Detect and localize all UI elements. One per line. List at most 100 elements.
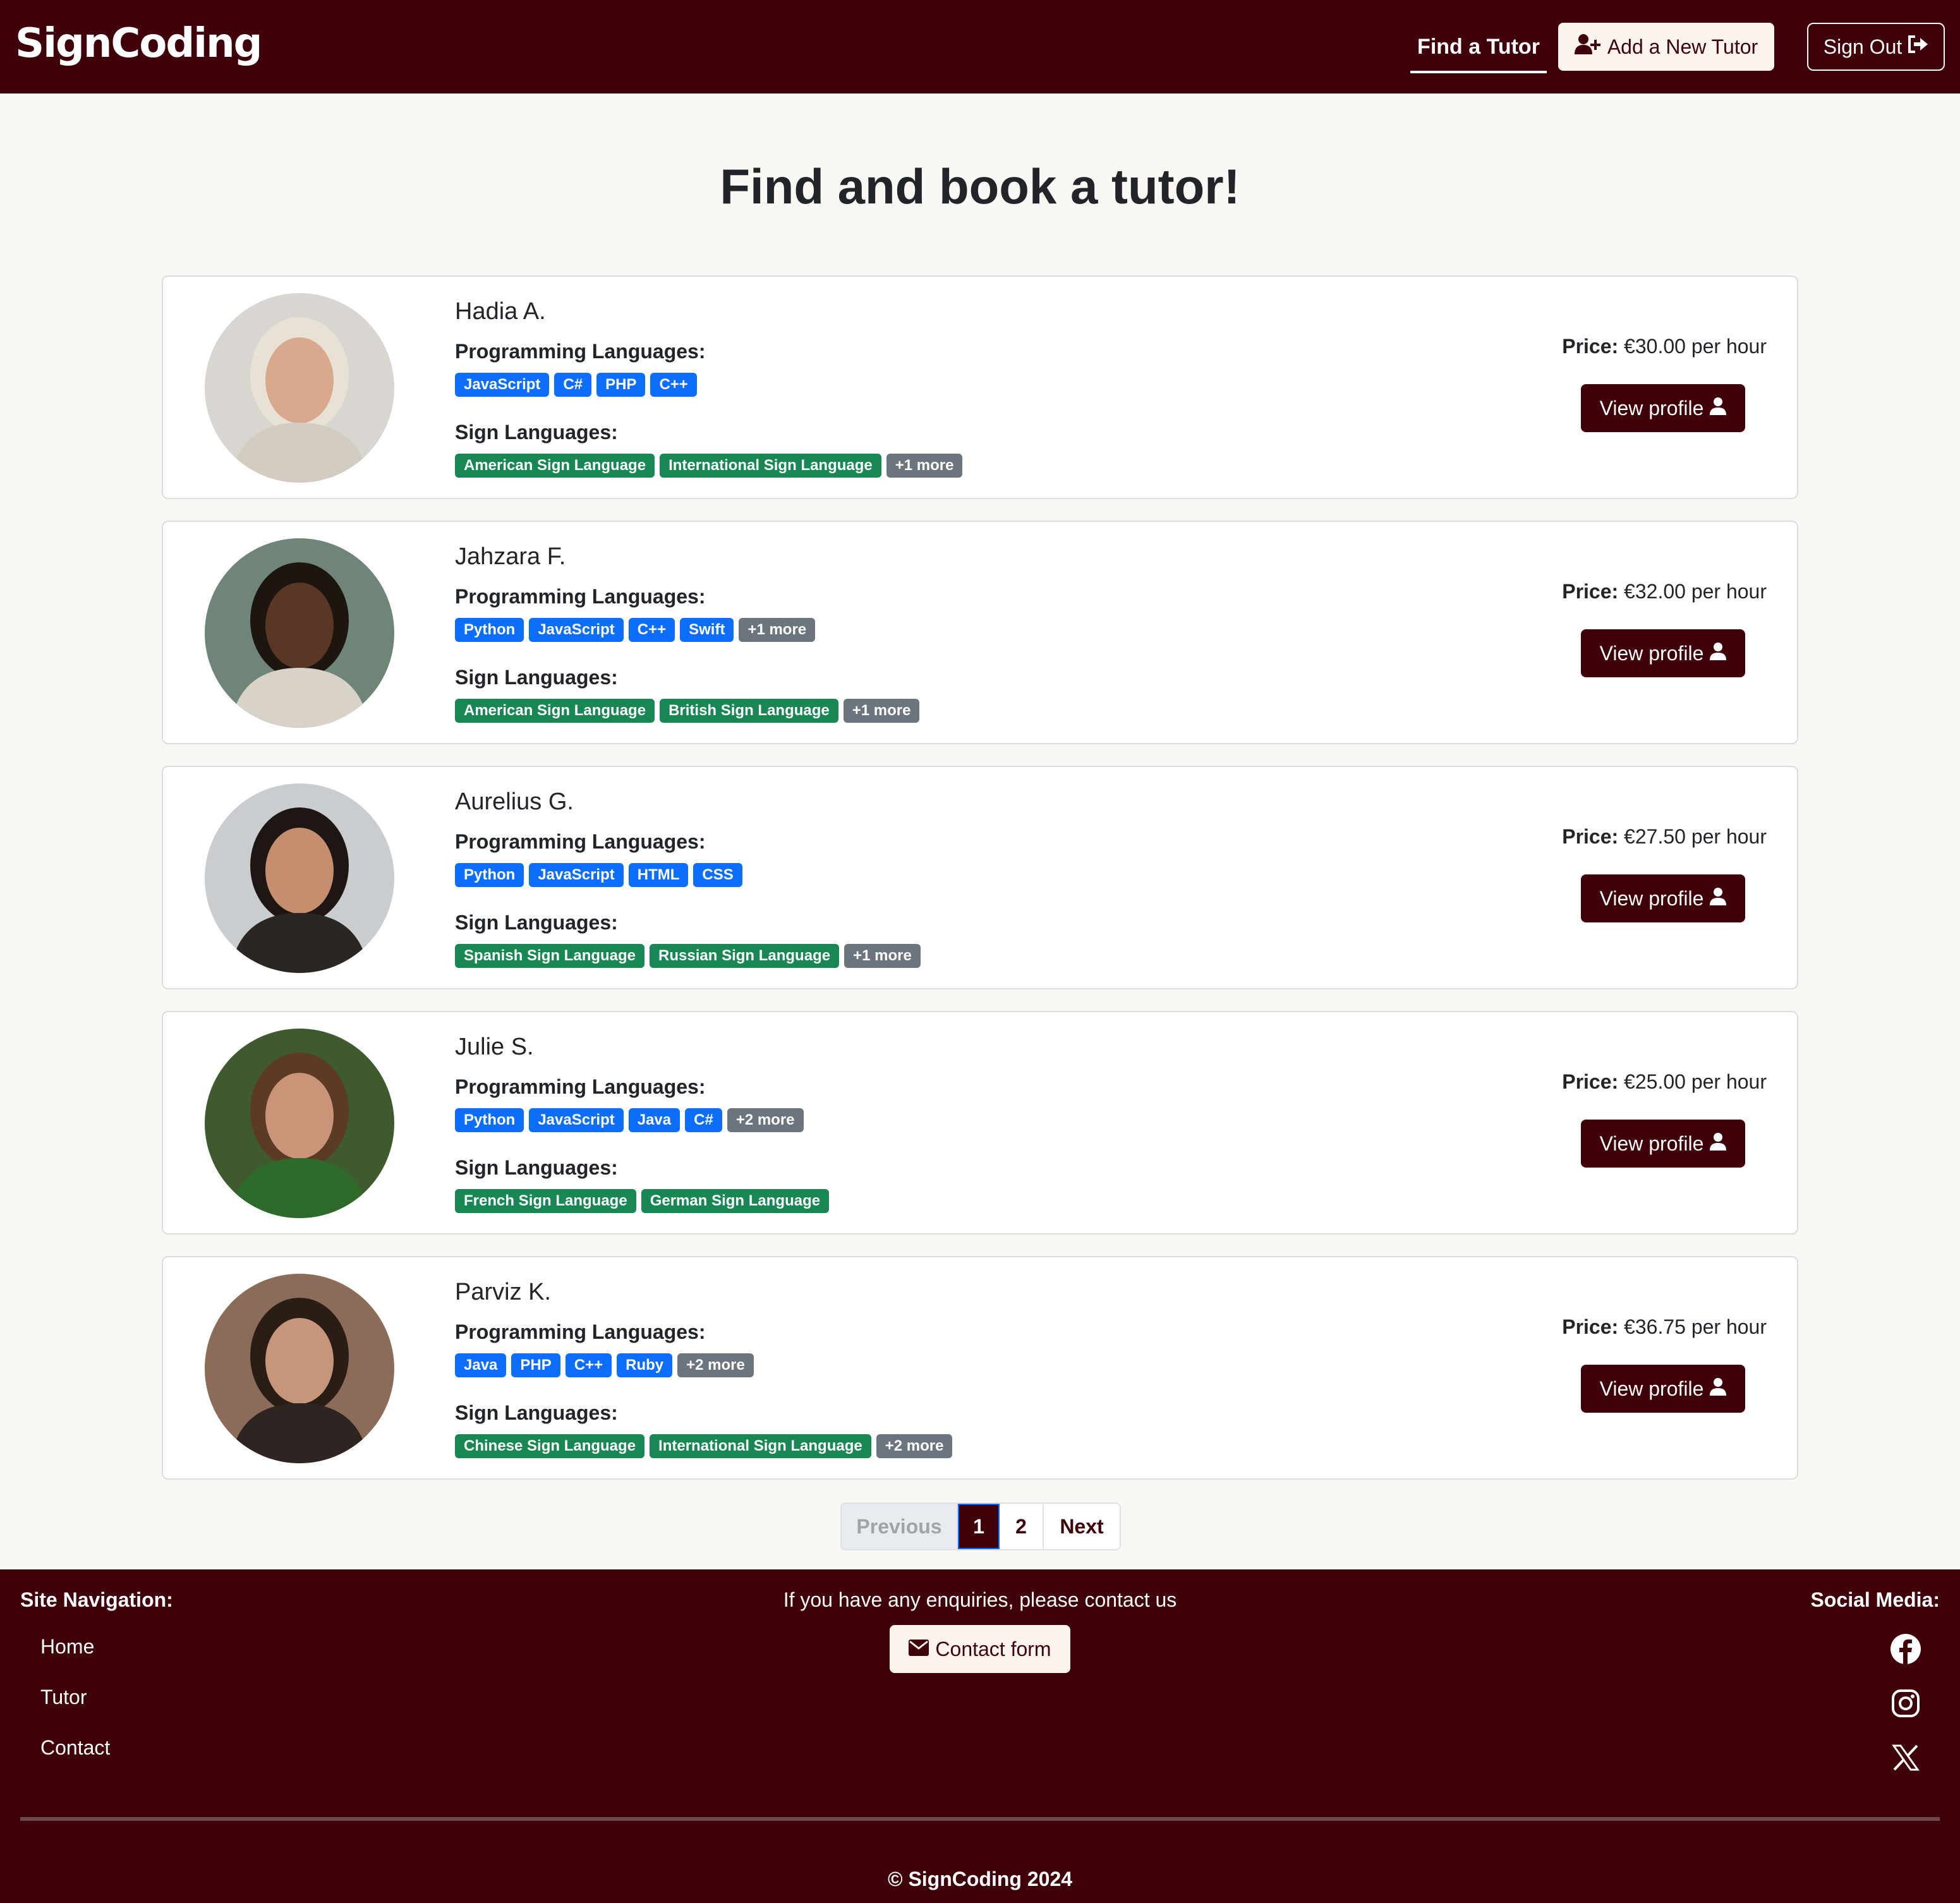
programming-badge: PHP [511,1353,560,1377]
programming-more-badge: +1 more [739,618,816,642]
pagination-page-2[interactable]: 2 [1000,1504,1044,1549]
tutor-name[interactable]: Aurelius G. [455,788,574,816]
view-profile-label: View profile [1599,1132,1704,1155]
sign-badges: French Sign Language German Sign Language [455,1189,830,1213]
sign-more-badge: +1 more [886,454,963,478]
add-tutor-label: Add a New Tutor [1607,35,1758,58]
view-profile-label: View profile [1599,886,1704,910]
view-profile-label: View profile [1599,641,1704,665]
price-label: Price: [1562,1070,1619,1093]
view-profile-button[interactable]: View profile [1581,384,1745,432]
footer-link-home[interactable]: Home [40,1635,94,1658]
tutor-price: Price: €32.00 per hour [1562,580,1767,603]
tutor-card: Julie S. Programming Languages: Python Java… [162,1011,1798,1235]
sign-badge: American Sign Language [455,454,655,478]
user-icon [1710,642,1727,665]
programming-badge: Python [455,1108,524,1132]
instagram-icon[interactable] [1889,1687,1922,1720]
view-profile-label: View profile [1599,396,1704,420]
programming-badge: JavaScript [529,618,624,642]
tutor-price: Price: €25.00 per hour [1562,1070,1767,1094]
sign-badge: Russian Sign Language [650,944,840,968]
pagination-page-1[interactable]: 1 [958,1504,1000,1549]
tutor-price: Price: €30.00 per hour [1562,335,1767,358]
footer-copyright: © SignCoding 2024 [887,1868,1073,1890]
page-title: Find and book a tutor! [720,159,1240,214]
view-profile-button[interactable]: View profile [1581,1120,1745,1168]
programming-languages-label: Programming Languages: [455,830,706,853]
programming-badges: Python JavaScript Java C# +2 more [455,1108,804,1132]
programming-badge: C# [554,373,592,397]
footer: Site Navigation: Home Tutor Contact If y… [0,1569,1960,1903]
view-profile-button[interactable]: View profile [1581,1365,1745,1413]
brand-logo[interactable]: SignCoding [15,20,262,67]
sign-out-icon [1907,35,1928,59]
tutor-name[interactable]: Jahzara F. [455,543,566,571]
programming-badge: C++ [565,1353,612,1377]
user-icon [1710,397,1727,420]
nav-find-tutor[interactable]: Find a Tutor [1410,23,1547,73]
programming-badge: Java [628,1108,681,1132]
pagination-next[interactable]: Next [1044,1504,1120,1549]
tutor-name[interactable]: Julie S. [455,1034,534,1061]
sign-badges: Spanish Sign Language Russian Sign Langua… [455,944,921,968]
programming-languages-label: Programming Languages: [455,585,706,608]
user-icon [1710,1377,1727,1401]
envelope-icon [909,1638,929,1661]
contact-form-label: Contact form [935,1637,1051,1660]
programming-languages-label: Programming Languages: [455,340,706,363]
price-value: €27.50 per hour [1624,825,1767,848]
view-profile-button[interactable]: View profile [1581,629,1745,677]
pagination-previous[interactable]: Previous [842,1504,958,1549]
facebook-icon[interactable] [1889,1633,1922,1665]
sign-out-button[interactable]: Sign Out [1807,23,1945,71]
price-value: €36.75 per hour [1624,1315,1767,1338]
programming-badge: C++ [650,373,697,397]
sign-badge: German Sign Language [641,1189,830,1213]
tutor-name[interactable]: Parviz K. [455,1279,551,1306]
footer-enquiry-text: If you have any enquiries, please contac… [783,1588,1177,1611]
nav-find-tutor-label: Find a Tutor [1417,34,1540,59]
programming-badge: Python [455,618,524,642]
add-tutor-button[interactable]: Add a New Tutor [1558,23,1774,71]
tutor-price: Price: €27.50 per hour [1562,825,1767,849]
programming-badge: PHP [596,373,646,397]
programming-badge: C++ [628,618,675,642]
view-profile-label: View profile [1599,1377,1704,1400]
tutor-avatar [205,293,394,483]
x-icon[interactable] [1889,1741,1922,1774]
price-value: €30.00 per hour [1624,335,1767,358]
tutor-card: Jahzara F. Programming Languages: Python Ja… [162,521,1798,744]
view-profile-button[interactable]: View profile [1581,874,1745,922]
sign-badge: British Sign Language [660,699,838,723]
tutor-name[interactable]: Hadia A. [455,298,546,325]
programming-badge: Python [455,863,524,887]
programming-more-badge: +2 more [677,1353,754,1377]
price-label: Price: [1562,1315,1619,1338]
tutor-card: Aurelius G. Programming Languages: Python J… [162,766,1798,989]
user-icon [1710,1132,1727,1156]
programming-badges: Python JavaScript HTML CSS [455,863,742,887]
sign-languages-label: Sign Languages: [455,421,618,444]
programming-badge: JavaScript [529,863,624,887]
tutor-avatar [205,1029,394,1218]
footer-link-contact[interactable]: Contact [40,1736,110,1760]
tutor-avatar [205,538,394,728]
sign-languages-label: Sign Languages: [455,666,618,689]
programming-badge: CSS [693,863,742,887]
price-label: Price: [1562,335,1619,358]
price-value: €25.00 per hour [1624,1070,1767,1093]
sign-more-badge: +1 more [843,699,920,723]
programming-badge: C# [685,1108,722,1132]
footer-link-tutor[interactable]: Tutor [40,1686,87,1709]
sign-badge: French Sign Language [455,1189,636,1213]
sign-out-label: Sign Out [1823,35,1903,58]
tutor-card: Hadia A. Programming Languages: JavaScript… [162,275,1798,499]
contact-form-button[interactable]: Contact form [890,1625,1070,1673]
footer-divider [20,1817,1940,1821]
programming-languages-label: Programming Languages: [455,1320,706,1343]
programming-languages-label: Programming Languages: [455,1075,706,1098]
tutor-avatar [205,1274,394,1463]
sign-badges: Chinese Sign Language International Sign … [455,1434,953,1458]
pagination: Previous 1 2 Next [840,1502,1121,1550]
